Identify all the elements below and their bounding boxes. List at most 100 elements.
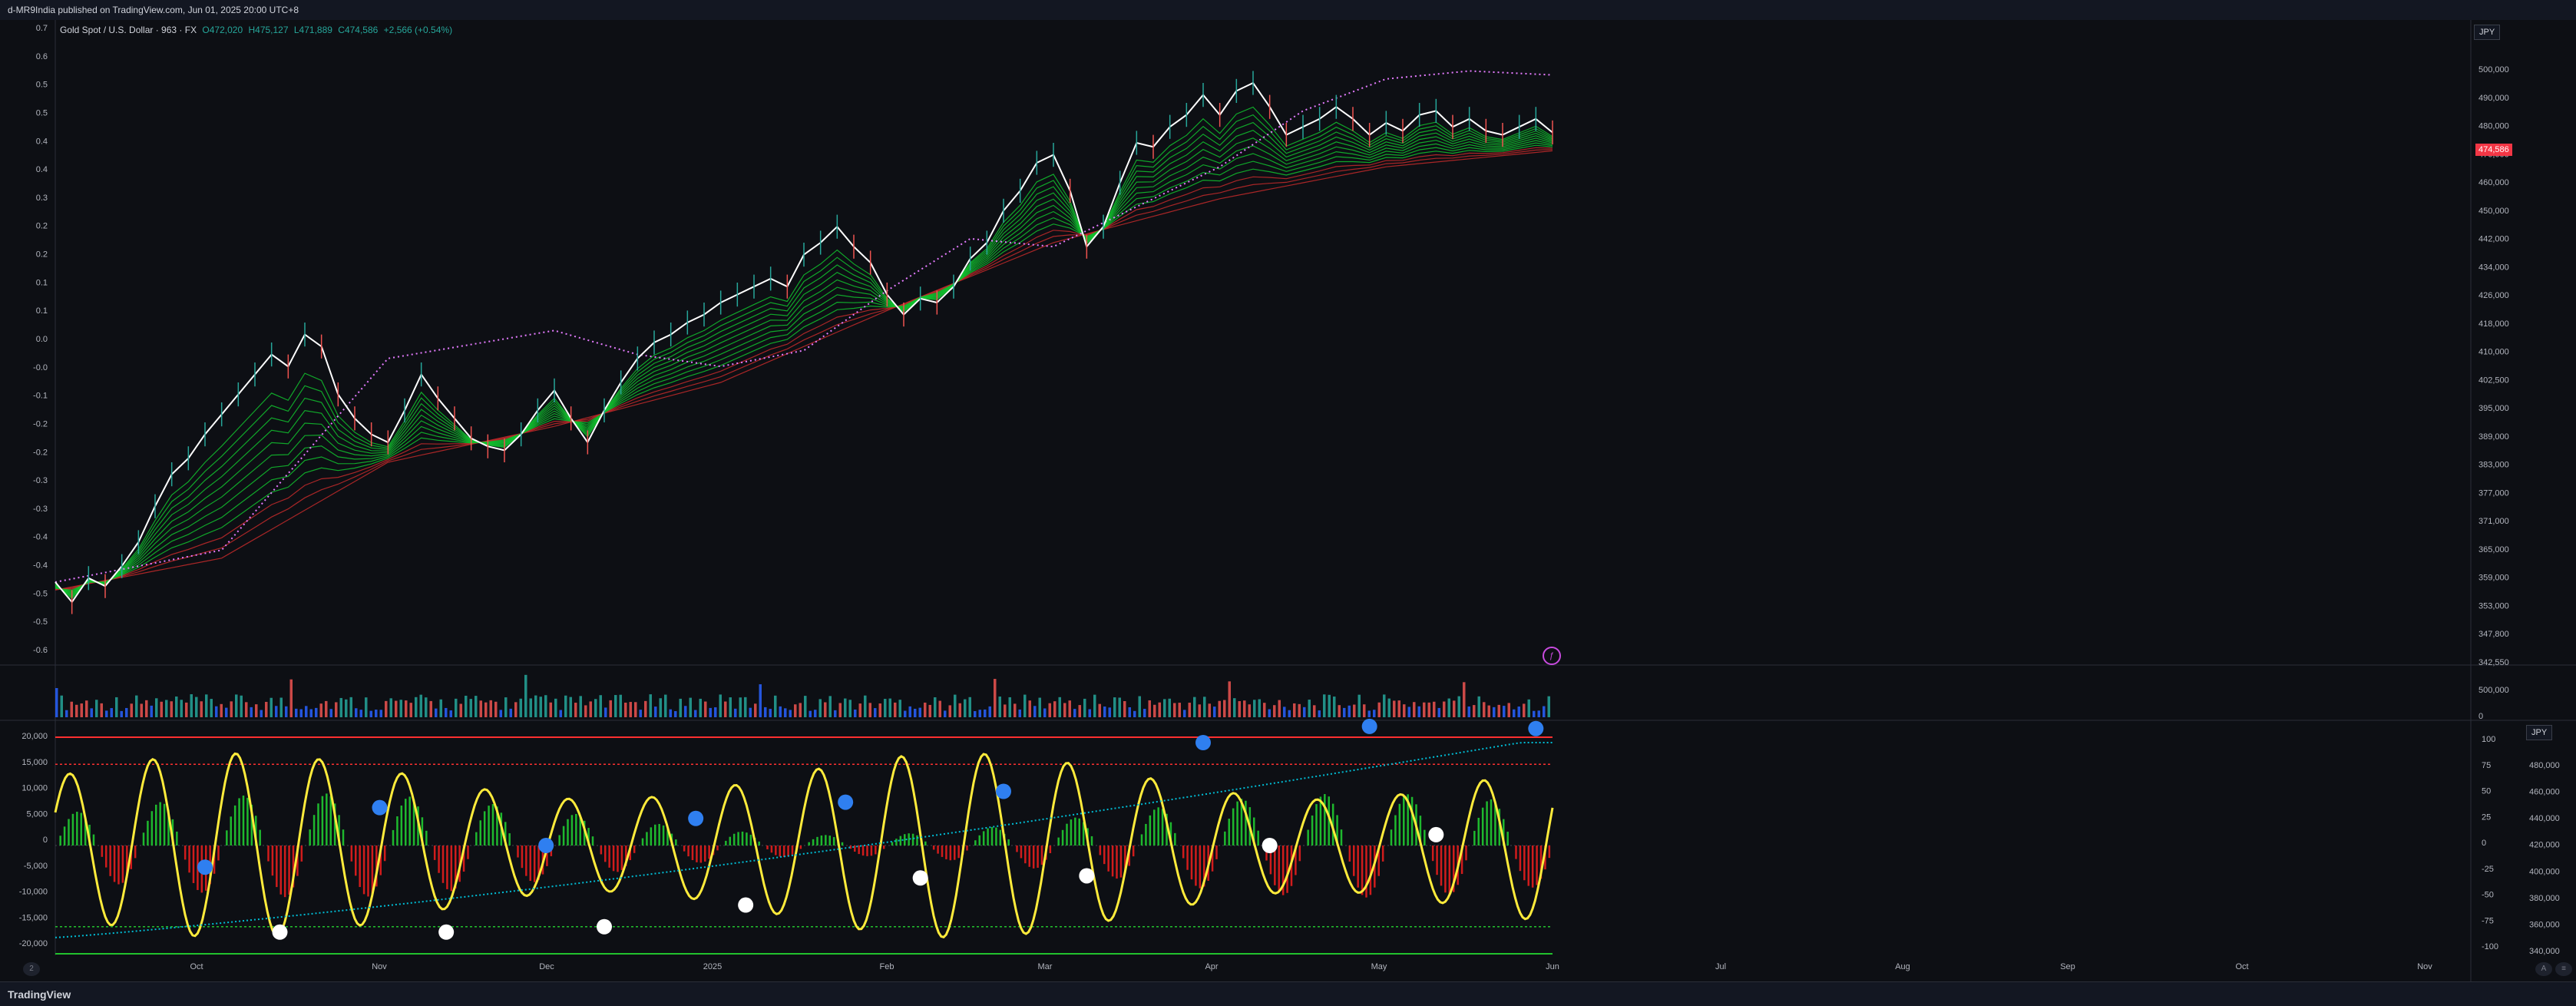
left-axis-tick: -0.5 (33, 589, 48, 598)
oscillator-histogram-bar (383, 846, 386, 862)
osc-left-tick: 5,000 (26, 809, 48, 819)
volume-bar (944, 710, 947, 717)
volume-bar (854, 709, 857, 717)
oscillator-histogram-bar (350, 846, 353, 862)
oscillator-histogram-bar (861, 846, 865, 856)
published-text: d-MR9India published on TradingView.com,… (8, 5, 299, 15)
volume-bar (1477, 696, 1480, 717)
volume-bar (1417, 706, 1420, 717)
oscillator-histogram-bar (1394, 815, 1397, 846)
oscillator-histogram-bar (612, 846, 615, 872)
osc-right-tick: 380,000 (2529, 894, 2560, 903)
currency-selector-osc[interactable]: JPY (2526, 725, 2553, 740)
currency-selector-main[interactable]: JPY (2474, 25, 2501, 40)
oscillator-histogram-bar (904, 834, 906, 846)
volume-bar (425, 697, 428, 717)
volume-bar (554, 698, 557, 717)
volume-bar (1063, 703, 1066, 717)
oscillator-histogram-bar (279, 846, 282, 895)
oscillator-histogram-bar (488, 806, 490, 846)
volume-bar (289, 679, 293, 717)
oscillator-histogram-bar (787, 846, 789, 857)
oscillator-histogram-bar (558, 835, 561, 846)
oscillator-histogram-bar (1465, 846, 1467, 861)
volume-bar (629, 702, 632, 717)
chart-canvas[interactable]: 0.7 0.6 0.5 0.5 0.4 0.4 0.3 0.2 0.2 0.1 0.1 0.0 -0.0… (0, 20, 2576, 981)
oscillator-histogram-bar (1527, 846, 1529, 886)
oscillator-histogram-bar (978, 835, 980, 846)
volume-bar (1023, 694, 1027, 717)
symbol-title[interactable]: Gold Spot / U.S. Dollar · 963 · FX (60, 25, 197, 35)
volume-bar (1273, 705, 1276, 717)
volume-bar (475, 696, 478, 717)
volume-bar (659, 698, 662, 717)
right-axis-tick: 371,000 (2478, 517, 2509, 526)
indicator-fx-icon[interactable]: ƒ (1543, 647, 1561, 665)
volume-bar (1138, 696, 1141, 717)
oscillator-histogram-bar (641, 838, 644, 846)
right-axis-tick: 418,000 (2478, 319, 2509, 329)
volume-bar (240, 695, 243, 717)
ohlc-open: O472,020 (202, 25, 243, 35)
scale-toggle-button[interactable]: 2 (23, 962, 40, 976)
oscillator-histogram-bar (604, 846, 607, 862)
volume-bar (619, 694, 622, 717)
osc-mid-tick: 50 (2482, 787, 2491, 796)
volume-bar (1263, 703, 1266, 717)
oscillator-histogram-bar (633, 846, 636, 853)
volume-bar (75, 704, 78, 717)
oscillator-histogram-bar (1040, 846, 1043, 865)
oscillator-histogram-bar (1103, 846, 1106, 865)
volume-bar (1043, 708, 1047, 717)
volume-bar (1213, 707, 1216, 717)
volume-bar (389, 698, 392, 717)
oscillator-histogram-bar (699, 846, 703, 863)
volume-bar (954, 694, 957, 717)
volume-bar (1113, 697, 1116, 717)
volume-bar (1233, 698, 1236, 717)
oscillator-histogram-bar (654, 824, 656, 846)
volume-bar (245, 702, 248, 717)
volume-bar (275, 706, 278, 717)
settings-icon[interactable]: ≡ (2555, 962, 2572, 976)
volume-bar (624, 702, 627, 717)
oscillator-histogram-bar (924, 841, 927, 846)
volume-bar (195, 697, 198, 717)
volume-bar (1068, 700, 1071, 717)
volume-bar (519, 698, 522, 717)
oscillator-histogram-bar (658, 823, 660, 846)
oscillator-histogram-bar (300, 846, 303, 862)
oscillator-histogram-bar (1111, 846, 1114, 877)
oscillator-histogram-bar (1348, 846, 1351, 862)
volume-bar (1123, 700, 1126, 717)
volume-bar (958, 703, 961, 717)
volume-bar (465, 695, 468, 717)
volume-bar (130, 703, 133, 717)
oscillator-histogram-bar (974, 840, 977, 846)
oscillator-histogram-bar (1369, 846, 1372, 895)
volume-bar (674, 710, 677, 717)
oscillator-histogram-bar (882, 846, 885, 849)
volume-bar (838, 703, 842, 717)
white-signal-marker (272, 924, 288, 940)
left-axis-tick: -0.2 (33, 419, 48, 429)
volume-bar (60, 695, 63, 717)
osc-mid-tick: 25 (2482, 812, 2491, 822)
time-axis-tick: Mar (1038, 962, 1053, 971)
volume-bar (1118, 697, 1121, 717)
volume-bar (1473, 705, 1476, 717)
volume-bar (684, 706, 687, 717)
volume-bar (115, 697, 118, 717)
right-axis-tick: 402,500 (2478, 376, 2509, 385)
volume-bar (978, 710, 981, 717)
right-axis-tick: 359,000 (2478, 574, 2509, 583)
oscillator-histogram-bar (1444, 846, 1447, 893)
oscillator-histogram-bar (217, 846, 220, 861)
osc-right-tick: 340,000 (2529, 947, 2560, 956)
volume-bar (898, 700, 901, 717)
auto-scale-button[interactable]: A (2535, 962, 2552, 976)
oscillator-histogram-bar (1140, 834, 1143, 846)
left-axis-tick: -0.2 (33, 448, 48, 457)
oscillator-histogram-bar (799, 846, 802, 849)
volume-bar (309, 709, 312, 717)
